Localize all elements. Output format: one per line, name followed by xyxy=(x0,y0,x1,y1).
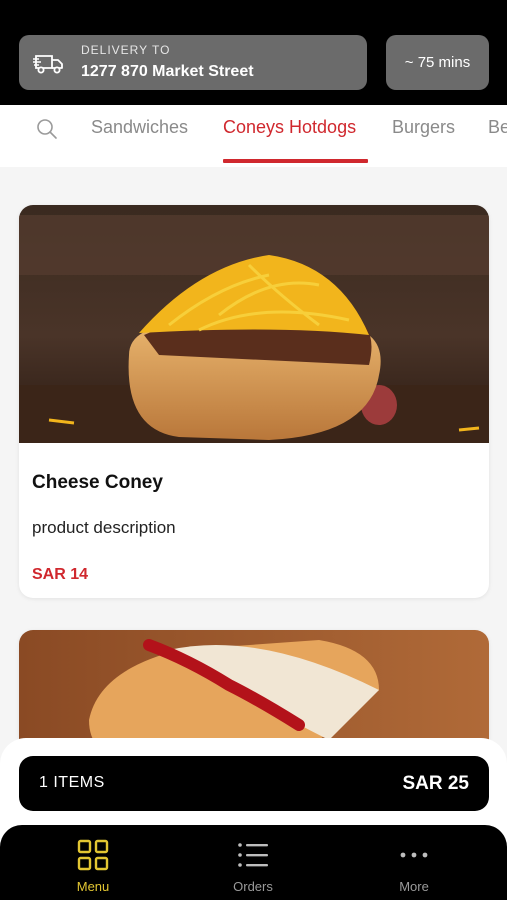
more-icon xyxy=(400,852,428,858)
tab-coneys-hotdogs[interactable]: Coneys Hotdogs xyxy=(223,117,356,138)
top-header: DELIVERY TO 1277 870 Market Street ~ 75 … xyxy=(0,0,507,105)
cart-item-count: 1 ITEMS xyxy=(39,774,105,791)
list-icon xyxy=(238,843,268,867)
product-price: SAR 14 xyxy=(32,566,89,583)
tab-burgers[interactable]: Burgers xyxy=(392,117,455,138)
tab-partial[interactable]: Be xyxy=(488,117,507,138)
product-card[interactable]: Cheese Coney product description SAR 14 xyxy=(19,205,489,598)
eta-button[interactable]: ~ 75 mins xyxy=(386,35,489,90)
tab-sandwiches[interactable]: Sandwiches xyxy=(91,117,188,138)
delivery-address: 1277 870 Market Street xyxy=(81,63,254,80)
nav-menu-label: Menu xyxy=(76,879,110,894)
nav-more[interactable]: More xyxy=(354,825,474,900)
product-name: Cheese Coney xyxy=(32,472,163,493)
cart-total: SAR 25 xyxy=(402,773,469,794)
eta-text: ~ 75 mins xyxy=(404,54,471,71)
nav-menu[interactable]: Menu xyxy=(33,825,153,900)
product-description: product description xyxy=(32,518,176,537)
delivery-address-button[interactable]: DELIVERY TO 1277 870 Market Street xyxy=(19,35,367,90)
active-tab-indicator xyxy=(223,159,368,163)
search-icon[interactable] xyxy=(36,118,58,140)
nav-orders-label: Orders xyxy=(233,879,273,894)
delivery-label: DELIVERY TO xyxy=(81,43,171,57)
nav-more-label: More xyxy=(399,879,429,894)
nav-orders[interactable]: Orders xyxy=(193,825,313,900)
delivery-truck-icon xyxy=(33,55,63,74)
view-cart-button[interactable]: 1 ITEMS SAR 25 xyxy=(19,756,489,811)
category-tabs: Sandwiches Coneys Hotdogs Burgers Be xyxy=(0,105,507,167)
grid-icon xyxy=(77,839,109,871)
product-image xyxy=(19,205,489,443)
bottom-nav: Menu Orders More xyxy=(0,825,507,900)
